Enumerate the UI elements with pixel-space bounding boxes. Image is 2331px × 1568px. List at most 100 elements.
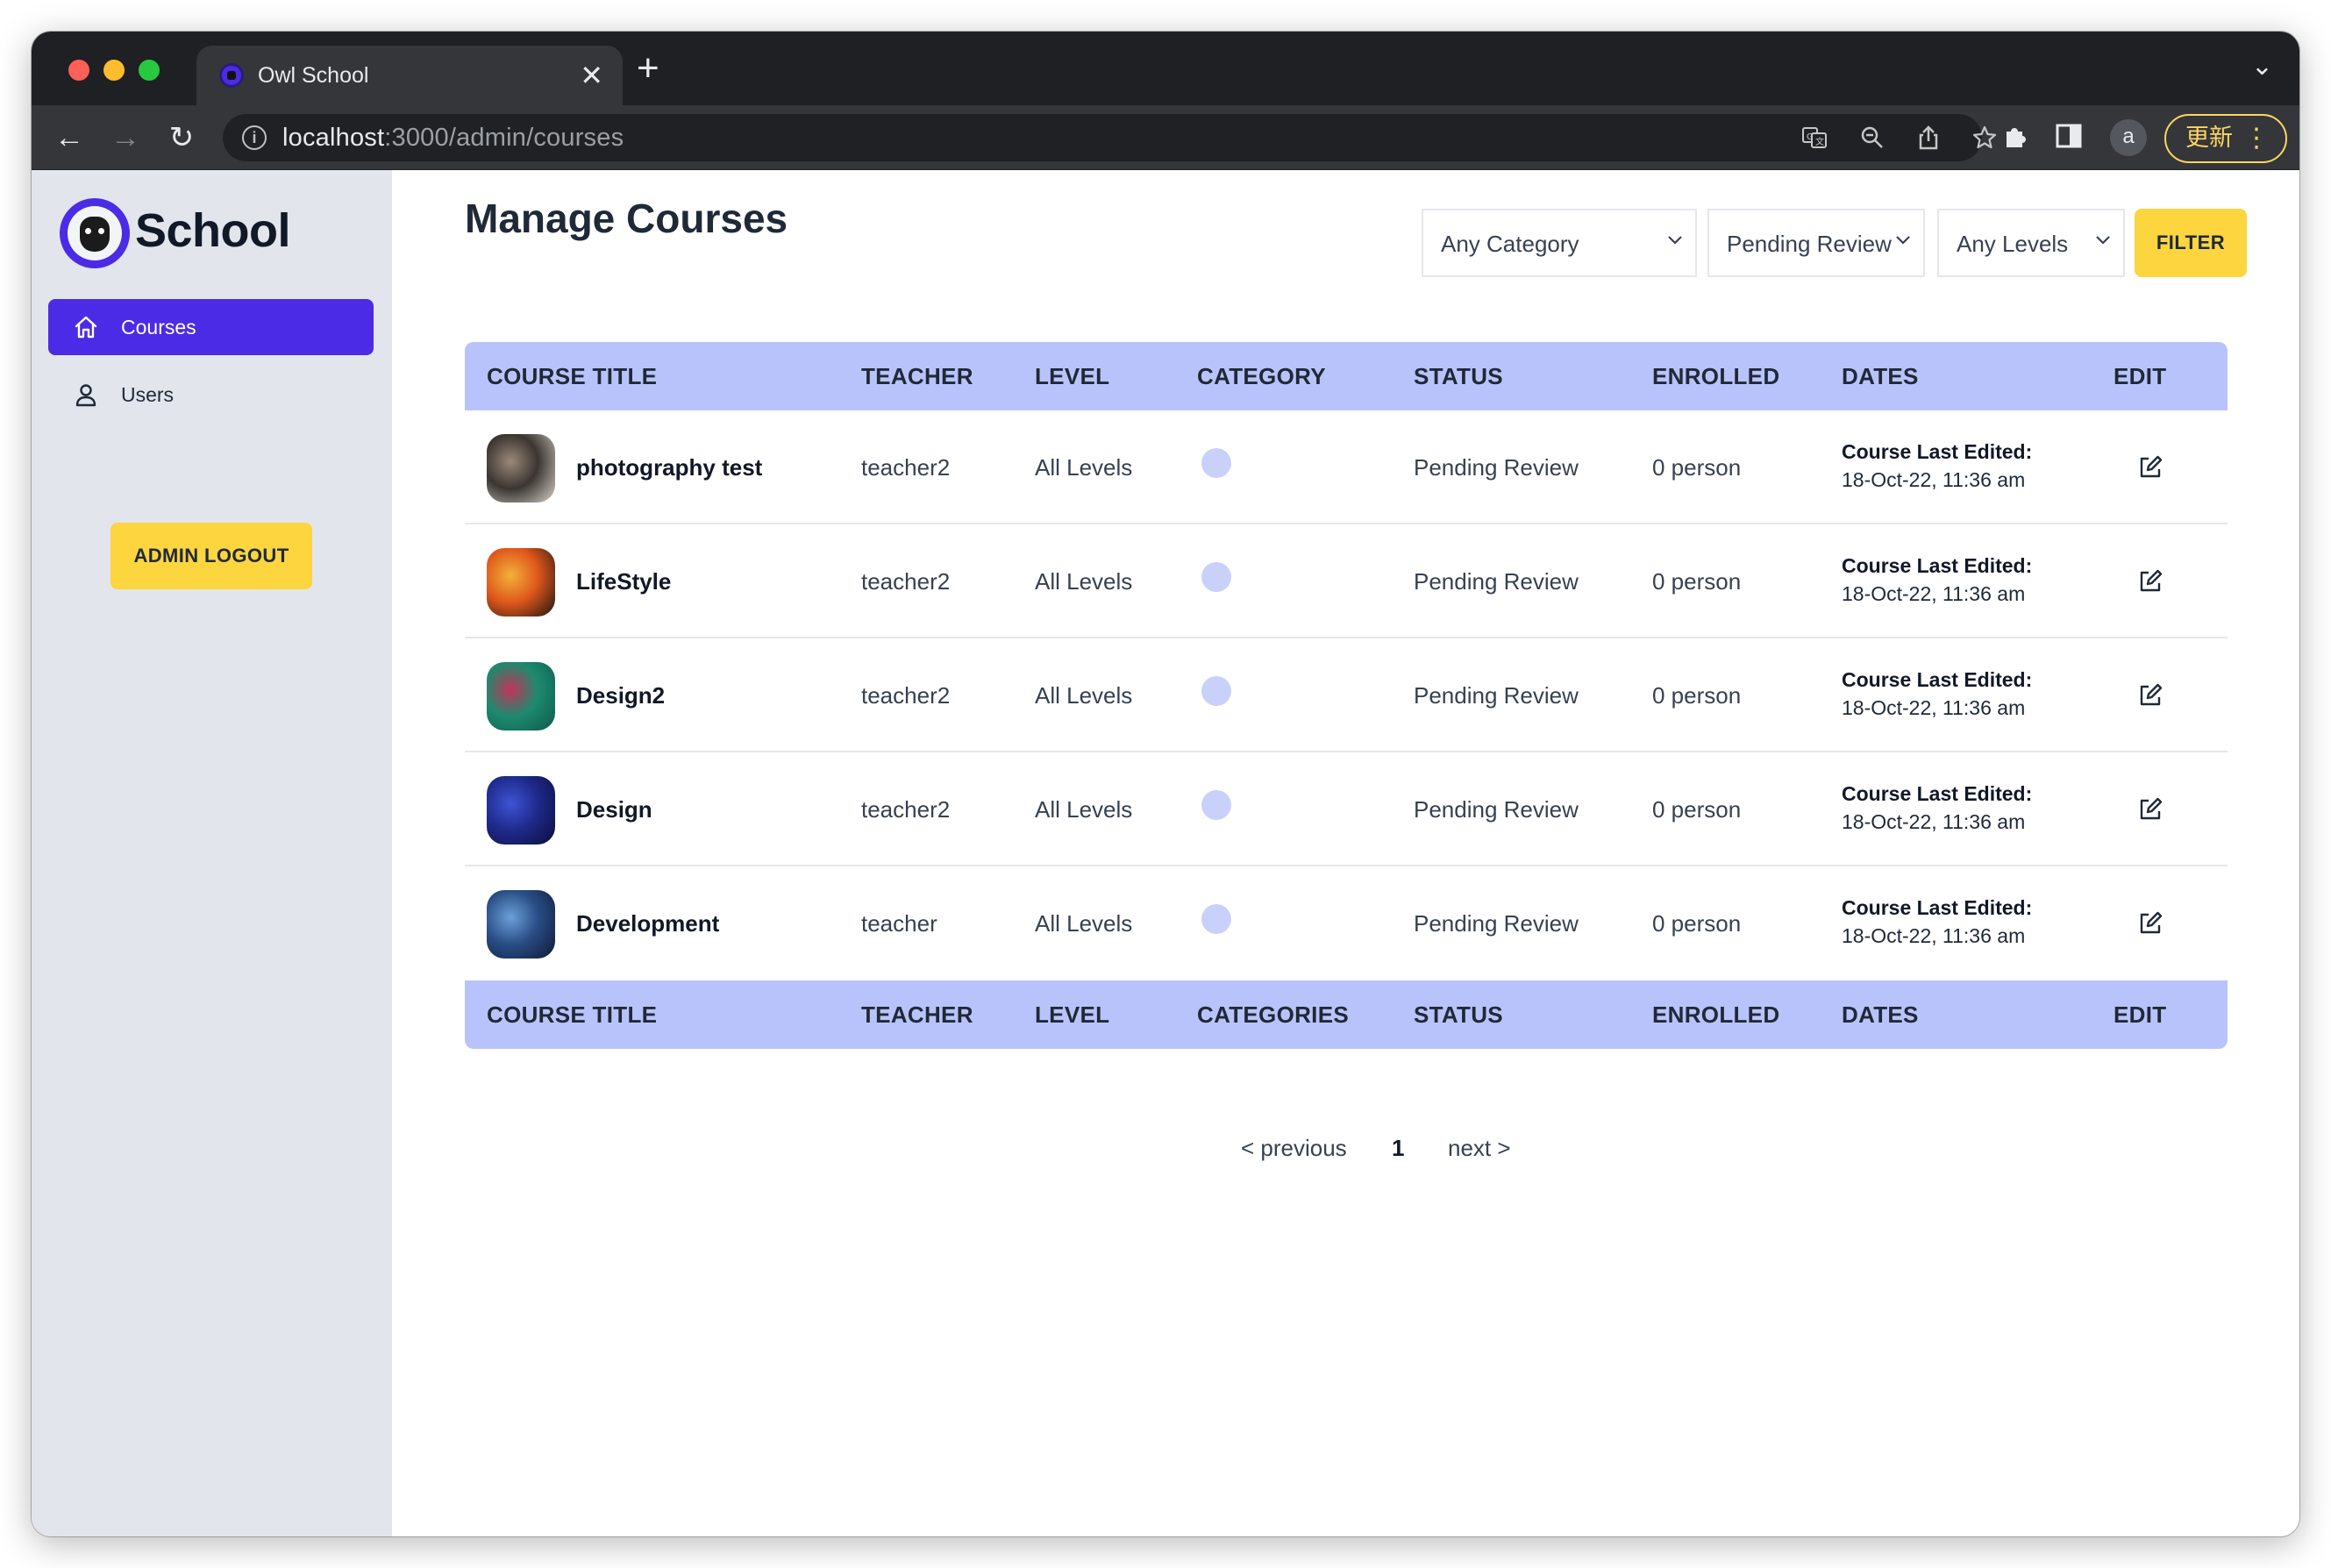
url-path: :3000/admin/courses	[384, 124, 624, 152]
sidebar-item-label: Users	[121, 383, 175, 406]
category-select[interactable]: Any Category	[1422, 209, 1697, 277]
next-page-link[interactable]: next >	[1448, 1135, 1511, 1162]
date-label: Course Last Edited:	[1842, 554, 2033, 577]
browser-toolbar: ← → ↻ i localhost:3000/admin/courses G文 …	[32, 105, 2299, 170]
column-footer: DATES	[1842, 1001, 1919, 1028]
edit-icon[interactable]	[2136, 909, 2164, 937]
update-label: 更新	[2185, 125, 2233, 152]
update-button[interactable]: 更新 ⋮	[2164, 114, 2287, 163]
course-teacher: teacher2	[861, 454, 951, 481]
column-header: ENROLLED	[1652, 363, 1780, 389]
previous-page-link[interactable]: < previous	[1241, 1135, 1347, 1162]
table-body: photography test teacher2 All Levels Pen…	[465, 410, 2228, 980]
column-header: LEVEL	[1035, 363, 1110, 389]
course-teacher: teacher2	[861, 796, 951, 823]
date-value: 18-Oct-22, 11:36 am	[1842, 696, 2026, 719]
course-title[interactable]: photography test	[576, 454, 762, 481]
filter-button[interactable]: FILTER	[2135, 209, 2247, 277]
owl-logo-icon	[60, 198, 130, 268]
course-title[interactable]: LifeStyle	[576, 568, 671, 595]
chevron-down-icon	[2096, 236, 2110, 245]
status-select[interactable]: Pending Review	[1707, 209, 1925, 277]
admin-logout-button[interactable]: ADMIN LOGOUT	[110, 523, 312, 589]
sidebar: School Courses Users ADMIN LOGOUT	[32, 170, 392, 1536]
browser-tab[interactable]: Owl School ✕	[196, 46, 623, 105]
page-title: Manage Courses	[465, 196, 788, 241]
column-footer: LEVEL	[1035, 1001, 1110, 1028]
column-header: EDIT	[2114, 363, 2167, 389]
table-header: COURSE TITLE TEACHER LEVEL CATEGORY STAT…	[465, 342, 2228, 410]
course-teacher: teacher2	[861, 568, 951, 595]
back-button[interactable]: ←	[49, 118, 89, 158]
course-thumbnail	[487, 776, 555, 845]
chevron-down-icon	[1668, 236, 1682, 245]
svg-text:G: G	[1807, 132, 1814, 142]
tab-strip: Owl School ✕ + ⌄	[32, 32, 2299, 105]
tab-search-chevron-icon[interactable]: ⌄	[2251, 51, 2273, 82]
tab-close-icon[interactable]: ✕	[580, 58, 603, 93]
edit-icon[interactable]	[2136, 795, 2164, 823]
course-title[interactable]: Design2	[576, 682, 665, 709]
sidebar-item-courses[interactable]: Courses	[48, 299, 374, 355]
edit-icon[interactable]	[2136, 567, 2164, 595]
profile-avatar[interactable]: a	[2110, 119, 2147, 156]
sidebar-item-users[interactable]: Users	[48, 367, 374, 423]
side-panel-icon[interactable]	[2054, 121, 2084, 158]
translate-icon[interactable]: G文	[1801, 125, 1828, 156]
course-teacher: teacher2	[861, 682, 951, 709]
date-value: 18-Oct-22, 11:36 am	[1842, 810, 2026, 833]
course-enrolled: 0 person	[1652, 454, 1742, 481]
address-bar[interactable]: i localhost:3000/admin/courses G文	[223, 114, 1997, 161]
category-dot	[1201, 448, 1231, 478]
edit-icon[interactable]	[2136, 681, 2164, 709]
level-select-value: Any Levels	[1957, 231, 2069, 257]
zoom-icon[interactable]	[1859, 125, 1885, 156]
course-thumbnail	[487, 890, 555, 959]
status-select-value: Pending Review	[1727, 231, 1892, 257]
course-enrolled: 0 person	[1652, 796, 1742, 823]
course-status: Pending Review	[1414, 796, 1579, 823]
new-tab-button[interactable]: +	[637, 47, 659, 89]
course-title[interactable]: Design	[576, 796, 652, 823]
date-label: Course Last Edited:	[1842, 668, 2033, 691]
course-thumbnail	[487, 548, 555, 617]
table-footer: COURSE TITLE TEACHER LEVEL CATEGORIES ST…	[465, 980, 2228, 1049]
column-footer: ENROLLED	[1652, 1001, 1780, 1028]
table-row: photography test teacher2 All Levels Pen…	[465, 410, 2228, 524]
table-row: Design teacher2 All Levels Pending Revie…	[465, 752, 2228, 866]
browser-window: Owl School ✕ + ⌄ ← → ↻ i localhost:3000/…	[32, 32, 2299, 1536]
minimize-window-button[interactable]	[103, 60, 125, 81]
table-row: LifeStyle teacher2 All Levels Pending Re…	[465, 524, 2228, 638]
share-icon[interactable]	[1915, 125, 1942, 156]
column-header: CATEGORY	[1197, 363, 1326, 389]
course-level: All Levels	[1035, 568, 1133, 595]
column-footer: CATEGORIES	[1197, 1001, 1349, 1028]
date-label: Course Last Edited:	[1842, 896, 2033, 919]
category-dot	[1201, 562, 1231, 592]
courses-table: COURSE TITLE TEACHER LEVEL CATEGORY STAT…	[465, 342, 2228, 1049]
course-level: All Levels	[1035, 796, 1133, 823]
home-icon	[75, 316, 97, 339]
column-header: COURSE TITLE	[487, 363, 658, 389]
close-window-button[interactable]	[68, 60, 89, 81]
extensions-puzzle-icon[interactable]	[2001, 121, 2031, 158]
page-number[interactable]: 1	[1392, 1135, 1404, 1162]
reload-button[interactable]: ↻	[161, 118, 202, 158]
course-level: All Levels	[1035, 910, 1133, 937]
sidebar-item-label: Courses	[121, 316, 196, 339]
table-row: Development teacher All Levels Pending R…	[465, 866, 2228, 980]
level-select[interactable]: Any Levels	[1937, 209, 2125, 277]
edit-icon[interactable]	[2136, 453, 2164, 481]
date-value: 18-Oct-22, 11:36 am	[1842, 468, 2026, 491]
maximize-window-button[interactable]	[139, 60, 160, 81]
bookmark-star-icon[interactable]	[1971, 125, 1998, 156]
course-title[interactable]: Development	[576, 910, 719, 937]
column-footer: COURSE TITLE	[487, 1001, 658, 1028]
forward-button[interactable]: →	[105, 118, 146, 158]
course-enrolled: 0 person	[1652, 682, 1742, 709]
course-thumbnail	[487, 434, 555, 502]
column-header: STATUS	[1414, 363, 1503, 389]
site-info-icon[interactable]: i	[242, 125, 267, 150]
course-status: Pending Review	[1414, 910, 1579, 937]
url-text[interactable]: localhost:3000/admin/courses	[282, 124, 624, 153]
